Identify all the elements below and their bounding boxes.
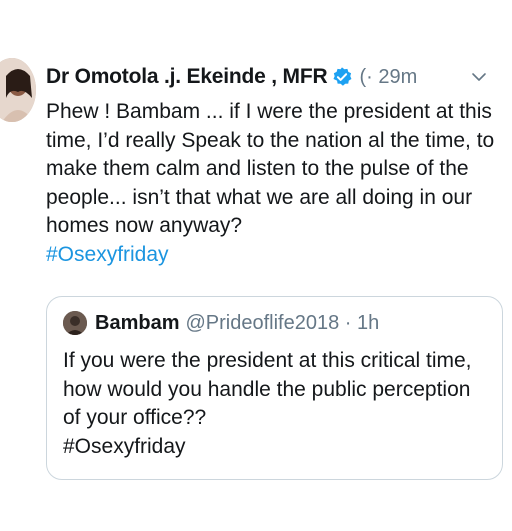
- tweet-text: Phew ! Bambam ... if I were the presiden…: [46, 98, 506, 269]
- author-name[interactable]: Dr Omotola .j. Ekeinde , MFR: [46, 65, 328, 89]
- quoted-tweet-header: Bambam @Prideoflife2018 · 1h: [63, 311, 379, 335]
- chevron-down-icon[interactable]: [470, 68, 488, 86]
- tweet-body: Phew ! Bambam ... if I were the presiden…: [46, 100, 495, 237]
- quoted-tweet-text: If you were the president at this critic…: [63, 347, 483, 461]
- quoted-tweet[interactable]: Bambam @Prideoflife2018 · 1h If you were…: [46, 296, 503, 480]
- tweet-hashtag[interactable]: #Osexyfriday: [46, 243, 169, 266]
- avatar-photo: [0, 58, 36, 122]
- author-avatar[interactable]: [0, 58, 36, 122]
- tweet-header: Dr Omotola .j. Ekeinde , MFR (· 29m: [46, 62, 502, 92]
- quoted-tweet-body: If you were the president at this critic…: [63, 349, 472, 429]
- quoted-author-name: Bambam: [95, 311, 180, 334]
- quoted-author-avatar: [63, 311, 87, 335]
- tweet-card[interactable]: Dr Omotola .j. Ekeinde , MFR (· 29m Phew…: [0, 0, 512, 531]
- quoted-author-handle-time: @Prideoflife2018 · 1h: [185, 311, 380, 334]
- author-handle-time[interactable]: (· 29m: [359, 66, 417, 89]
- quoted-tweet-hashtag: #Osexyfriday: [63, 434, 186, 458]
- verified-badge-icon: [331, 66, 353, 88]
